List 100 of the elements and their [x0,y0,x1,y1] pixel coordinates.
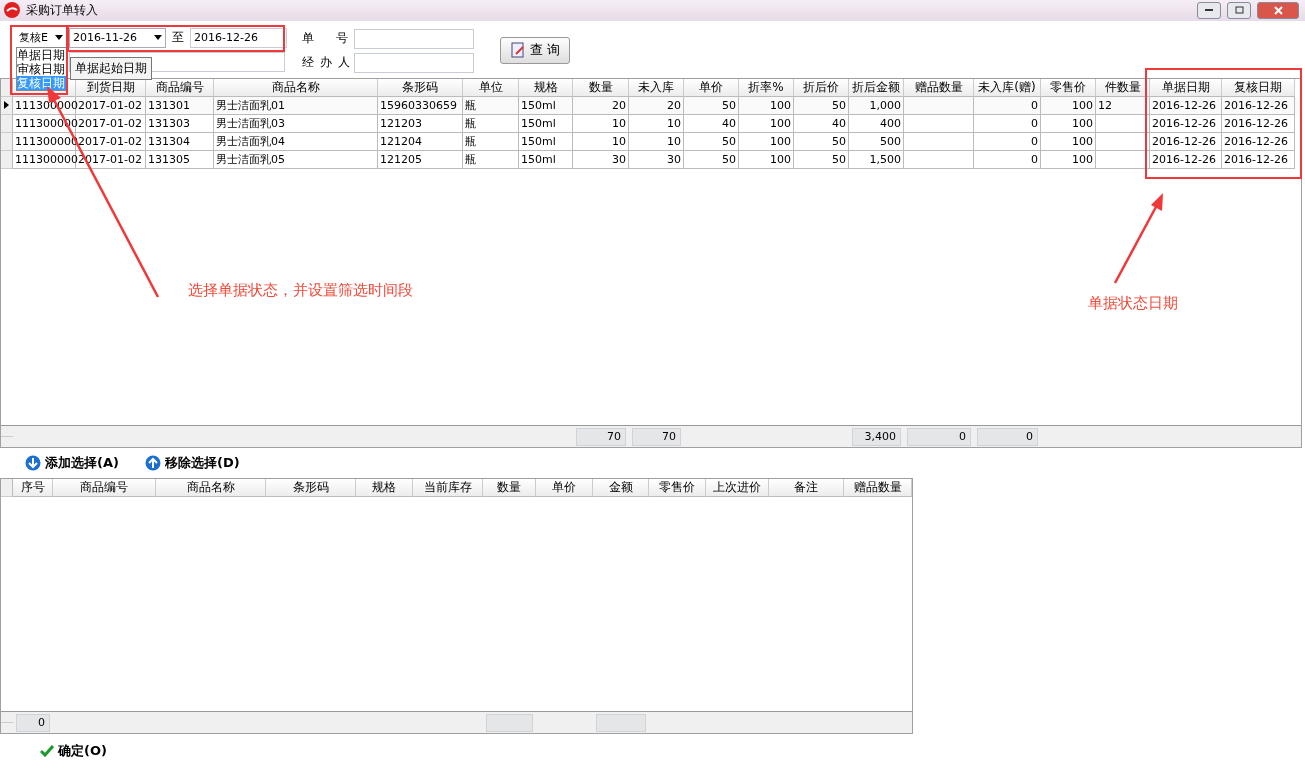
table-cell: 2016-12-26 [1150,150,1222,169]
column-header[interactable]: 规格 [519,78,573,97]
total-cell: 3,400 [852,427,901,446]
table-cell: 30 [629,150,684,169]
table-cell: 150ml [519,114,573,133]
remove-selection-button[interactable]: 移除选择(D) [144,454,240,473]
table-cell [904,114,974,133]
table-cell: 男士洁面乳04 [214,132,378,151]
column-header[interactable]: 当前库存 [413,479,483,498]
table-cell: 2016-12-26 [1150,96,1222,115]
column-header[interactable]: 折率% [739,78,794,97]
column-header[interactable]: 数量 [483,479,536,498]
maximize-button[interactable] [1227,1,1251,19]
table-cell: 2016-12-26 [1222,114,1295,133]
query-button[interactable]: 查 询 [500,36,570,64]
column-header[interactable]: 未入库(赠) [974,78,1041,97]
column-header[interactable]: 赠品数量 [904,78,974,97]
column-header[interactable]: 条形码 [266,479,356,498]
column-header[interactable]: 序号 [13,479,53,498]
arrow-down-icon [25,455,41,472]
column-header[interactable]: 金额 [593,479,649,498]
window-title: 采购订单转入 [26,1,99,19]
table-cell: 0 [974,150,1041,169]
table-cell: 50 [684,132,739,151]
column-header[interactable]: 复核日期 [1222,78,1295,97]
column-header[interactable]: 单价 [684,78,739,97]
table-cell: 50 [794,132,849,151]
column-header[interactable]: 商品名称 [156,479,266,498]
date-to-field[interactable]: 2016-12-26 [190,27,287,48]
table-cell: 2017-01-02 [76,114,146,133]
column-header[interactable]: 折后金额 [849,78,904,97]
checkmark-icon [40,745,54,758]
table-cell: 100 [1041,96,1096,115]
column-header[interactable]: 赠品数量 [844,479,912,498]
table-cell: 150ml [519,96,573,115]
column-header[interactable]: 零售价 [1041,78,1096,97]
table-cell: 100 [739,96,794,115]
date-from-field[interactable]: 2016-11-26 [69,27,166,48]
column-header[interactable]: 单位 [463,78,519,97]
column-header[interactable]: 件数量 [1096,78,1150,97]
table-cell: 15960330659 [378,96,463,115]
column-header[interactable]: 备注 [769,479,844,498]
column-header[interactable]: 折后价 [794,78,849,97]
handler-field[interactable] [354,52,474,73]
table-cell: 2016-12-26 [1222,132,1295,151]
table-cell: 2017-01-02 [76,132,146,151]
table-cell: 131301 [146,96,214,115]
table-cell: 100 [739,114,794,133]
table-cell: 40 [684,114,739,133]
order-no-label: 单 号 [302,30,349,48]
table-cell: 2016-12-26 [1150,114,1222,133]
table-cell: 瓶 [463,132,519,151]
table-cell: 男士洁面乳01 [214,96,378,115]
total-cell: 70 [632,427,681,446]
table-cell [904,132,974,151]
table-cell: 131305 [146,150,214,169]
table-cell: 500 [849,132,904,151]
column-header[interactable]: 商品名称 [214,78,378,97]
table-cell: 1,000 [849,96,904,115]
handler-label: 经 办 人 [302,54,350,72]
table-cell [1096,132,1150,151]
annotation-text: 选择单据状态，并设置筛选时间段 [188,281,413,300]
table-cell [1096,114,1150,133]
maximize-icon [1234,6,1244,15]
table-cell: 20 [629,96,684,115]
total-cell: 0 [16,713,50,732]
table-cell: 2016-12-26 [1150,132,1222,151]
column-header[interactable]: 零售价 [649,479,706,498]
column-header[interactable]: 商品编号 [146,78,214,97]
close-button[interactable] [1257,1,1299,19]
table-cell: 150ml [519,150,573,169]
table-cell: 121205 [378,150,463,169]
table-cell: 50 [794,150,849,169]
add-selection-button[interactable]: 添加选择(A) [25,454,119,473]
column-header[interactable]: 数量 [573,78,629,97]
column-header[interactable]: 未入库 [629,78,684,97]
column-header[interactable]: 条形码 [378,78,463,97]
table-cell: 20 [573,96,629,115]
to-label: 至 [171,29,185,47]
table-cell: 2016-12-26 [1222,150,1295,169]
caret-icon [154,35,162,41]
table-cell: 2016-12-26 [1222,96,1295,115]
dropdown-option[interactable]: 单据日期 [17,48,67,62]
dropdown-option[interactable]: 审核日期 [17,62,67,76]
annotation-text: 单据状态日期 [1088,294,1178,313]
table-cell: 10 [573,132,629,151]
column-header[interactable]: 单据日期 [1150,78,1222,97]
table-cell: 瓶 [463,114,519,133]
minimize-button[interactable] [1197,1,1221,19]
table-cell: 50 [684,150,739,169]
column-header[interactable]: 单价 [536,479,593,498]
confirm-button[interactable]: 确定(O) [40,742,107,761]
app-logo-icon [4,2,20,19]
column-header[interactable]: 规格 [356,479,413,498]
order-no-field[interactable] [354,28,474,49]
table-cell: 10 [629,114,684,133]
column-header[interactable]: 上次进价 [706,479,769,498]
table-cell: 男士洁面乳05 [214,150,378,169]
column-header[interactable]: 商品编号 [53,479,156,498]
row-header [1,479,13,498]
